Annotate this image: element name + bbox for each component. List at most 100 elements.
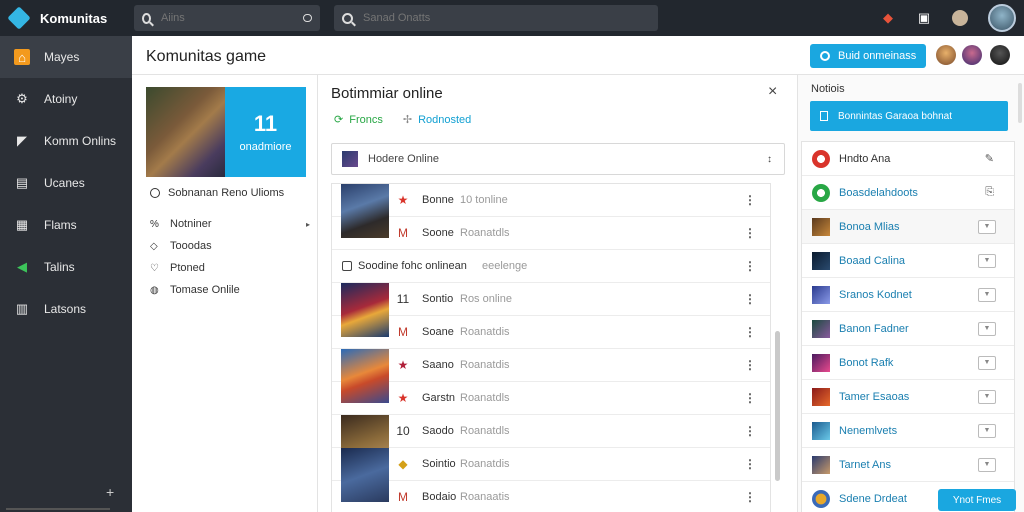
more-icon[interactable]: ⋮ [744,391,756,405]
player-row[interactable]: ★ Garstn Roanatdls ⋮ [332,382,770,415]
player-row[interactable]: M Soone Roanatdls ⋮ [332,217,770,250]
expand-checkbox[interactable]: ▼ [978,423,996,438]
more-icon[interactable]: ⋮ [744,226,756,240]
notifications-action-button[interactable]: Bonnintas Garaoa bohnat [810,101,1008,131]
notification-name: Sranos Kodnet [839,288,912,301]
expand-checkbox[interactable]: ▼ [978,287,996,302]
scrollbar[interactable] [1018,83,1022,123]
app-logo[interactable]: Komunitas [0,6,132,30]
more-icon[interactable]: ⋮ [744,490,756,504]
notification-name: Tamer Esaoas [839,390,910,403]
sidebar-item-label: Ucanes [44,176,85,190]
notification-item[interactable]: Hndto Ana ✎ [802,142,1014,176]
community-link[interactable]: Sobnanan Reno Ulioms [150,187,284,199]
gamepad-icon[interactable]: ◆ [880,10,896,26]
player-row[interactable]: M Soane Roanatdis ⋮ [332,316,770,349]
sort-icon: ↕ [767,153,772,165]
player-name: Soone [422,227,454,239]
community-link-label: Sobnanan Reno Ulioms [168,187,285,199]
edit-icon[interactable]: ✎ [985,152,994,165]
expand-checkbox[interactable]: ▼ [978,389,996,404]
more-icon[interactable]: ⋮ [744,193,756,207]
panel-title: Botimmiar online [331,85,443,102]
feed-section-header[interactable]: Soodine fohc onlinean eeelenge ⋮ [332,250,770,283]
more-icon[interactable]: ⋮ [744,424,756,438]
community-menu-item[interactable]: % Notniner ▸ [150,213,310,235]
player-status: Roanatdis [460,359,510,371]
banner-subtitle: onadmiore [239,141,292,153]
player-row[interactable]: ★ Saano Roanatdis ⋮ [332,349,770,403]
sidebar-item-atoiny[interactable]: ⚙ Atoiny [0,78,132,120]
sidebar-item-latsons[interactable]: ▥ Latsons [0,288,132,330]
sidebar-item-talins[interactable]: ◀ Talins [0,246,132,288]
notification-name: Banon Fadner [839,322,909,335]
filter-select[interactable]: Hodere Online ↕ [331,143,785,175]
add-icon[interactable]: + [106,484,114,500]
sidebar-footer-bar [6,508,110,510]
community-menu-item[interactable]: ◍ Tomase Onlile [150,279,310,301]
sidebar-item-mayes[interactable]: ⌂ Mayes [0,36,132,78]
scrollbar[interactable] [775,331,780,481]
tab-rodnosted[interactable]: ✢ Rodnosted [403,113,471,127]
search-bar-left[interactable] [134,5,320,31]
player-row[interactable]: ◆ Sointio Roanatdis ⋮ [332,448,770,502]
notification-item[interactable]: Nenemlvets ▼ [802,414,1014,448]
member-avatar[interactable] [990,45,1010,65]
controller-icon[interactable] [302,14,312,22]
search-input-main[interactable] [363,12,650,24]
game-thumb-icon [342,151,358,167]
notification-item[interactable]: Tarnet Ans ▼ [802,448,1014,482]
player-row[interactable]: M Bodaio Roanaatis ⋮ [332,481,770,512]
expand-checkbox[interactable]: ▼ [978,219,996,234]
sidebar-item-ucanes[interactable]: ▤ Ucanes [0,162,132,204]
notification-icon [812,217,830,236]
expand-checkbox[interactable]: ▼ [978,355,996,370]
more-icon[interactable]: ⋮ [744,358,756,372]
notification-item[interactable]: Bonot Rafk ▼ [802,346,1014,380]
search-input-left[interactable] [160,12,303,24]
notification-item[interactable]: Boaad Calina ▼ [802,244,1014,278]
gear-icon: ⚙ [16,91,28,106]
notifications-action-label: Bonnintas Garaoa bohnat [838,110,952,122]
rank-badge-icon: 11 [396,292,410,306]
player-row[interactable]: ★ Bonne 10 tonline ⋮ [332,184,770,238]
profile-avatar[interactable] [988,4,1016,32]
community-menu-item[interactable]: ♡ Ptoned [150,257,310,279]
notification-item[interactable]: Tamer Esaoas ▼ [802,380,1014,414]
notification-item[interactable]: Bonoa Mlias ▼ [802,210,1014,244]
sidebar-item-label: Komm Onlins [44,134,117,148]
notification-item[interactable]: Boasdelahdoots ⎘ [802,176,1014,210]
tab-froncs[interactable]: ⟳ Froncs [334,113,383,127]
member-avatar[interactable] [936,45,956,65]
player-row[interactable]: 10 Saodo Roanatdls ⋮ [332,415,770,469]
user-icon[interactable] [952,10,968,26]
expand-checkbox[interactable]: ▼ [978,253,996,268]
expand-checkbox[interactable]: ▼ [978,321,996,336]
home-icon: ⌂ [14,49,30,65]
member-avatar[interactable] [962,45,982,65]
notification-item[interactable]: Banon Fadner ▼ [802,312,1014,346]
header-action-label: Buid onmeinass [838,50,917,62]
more-icon[interactable]: ⋮ [744,292,756,306]
rank-badge-icon: ★ [397,358,409,372]
header-action-button[interactable]: Buid onmeinass [810,44,926,68]
notification-icon [812,387,830,406]
more-icon[interactable]: ⋮ [744,259,756,273]
more-icon[interactable]: ⋮ [744,457,756,471]
search-bar-main[interactable] [334,5,658,31]
game-banner[interactable]: 11 onadmiore [146,87,306,177]
close-icon[interactable]: × [768,83,777,101]
expand-checkbox[interactable]: ▼ [978,457,996,472]
community-menu-item[interactable]: ◇ Tooodas [150,235,310,257]
calendar-icon [342,261,352,271]
floating-action-button[interactable]: Ynot Fmes [938,489,1016,511]
sidebar-item-komm-onlins[interactable]: ◤ Komm Onlins [0,120,132,162]
copy-icon[interactable]: ⎘ [985,186,994,199]
search-icon [342,12,353,24]
more-icon[interactable]: ⋮ [744,325,756,339]
lock-icon [820,111,828,121]
sidebar-item-flams[interactable]: ▦ Flams [0,204,132,246]
briefcase-icon[interactable]: ▣ [916,10,932,26]
notification-item[interactable]: Sranos Kodnet ▼ [802,278,1014,312]
player-row[interactable]: 11 Sontio Ros online ⋮ [332,283,770,337]
